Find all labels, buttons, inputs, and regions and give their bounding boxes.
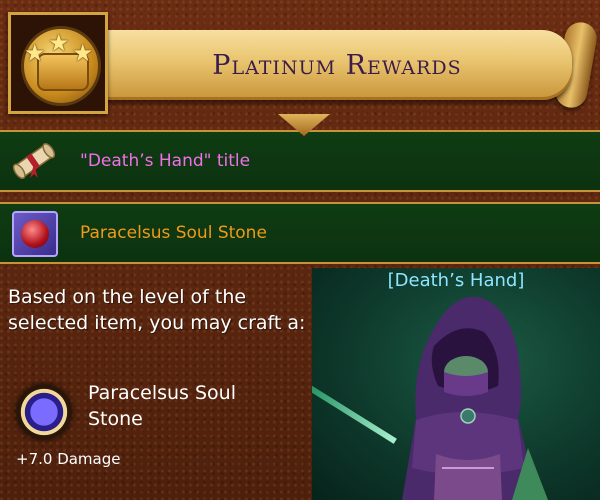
three-star-medal-icon: ★ ★ ★ (21, 26, 101, 106)
hooded-figure-image (402, 296, 548, 500)
medal-frame: ★ ★ ★ (8, 12, 108, 114)
red-gem-icon (12, 211, 58, 257)
reward-label: "Death’s Hand" title (80, 151, 251, 171)
craft-stat: +7.0 Damage (16, 450, 121, 468)
star-icon: ★ (24, 39, 46, 67)
gem (21, 220, 49, 248)
character-preview: [Death’s Hand] (312, 268, 600, 500)
star-icon: ★ (48, 29, 70, 57)
soul-orb-icon (16, 384, 72, 440)
reward-row-title[interactable]: "Death’s Hand" title (0, 130, 600, 192)
reward-row-stone[interactable]: Paracelsus Soul Stone (0, 202, 600, 264)
page-title: Platinum Rewards (212, 49, 462, 81)
scroll-icon (12, 142, 56, 180)
star-icon: ★ (72, 39, 94, 67)
preview-label: [Death’s Hand] (387, 270, 525, 291)
reward-label: Paracelsus Soul Stone (80, 223, 267, 243)
craft-description: Based on the level of the selected item,… (8, 286, 306, 334)
craft-item-name: Paracelsus Soul Stone (88, 382, 237, 430)
